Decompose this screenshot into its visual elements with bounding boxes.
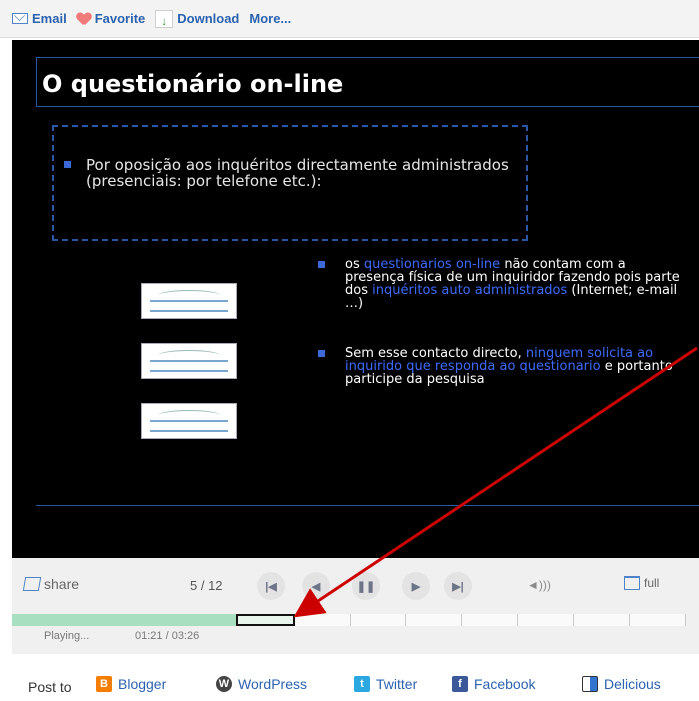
- sub-bullet-2: Sem esse contacto directo, ninguem solic…: [318, 347, 685, 386]
- bullet-square-icon: [64, 161, 71, 168]
- playback-time: 01:21 / 03:26: [135, 630, 200, 642]
- twitter-label: Twitter: [376, 676, 418, 692]
- sub-bullet-1: os questionarios on-line não contam com …: [318, 258, 685, 310]
- book-image-1: [141, 283, 237, 319]
- fullscreen-icon: [624, 576, 640, 590]
- email-button[interactable]: Email: [12, 11, 67, 26]
- progress-segment[interactable]: [462, 614, 519, 626]
- blogger-icon: B: [96, 676, 112, 692]
- volume-button[interactable]: ◄))): [527, 578, 551, 592]
- favorite-button[interactable]: Favorite: [77, 11, 146, 26]
- more-button[interactable]: More...: [249, 11, 291, 26]
- share-label: share: [44, 576, 80, 592]
- email-label: Email: [32, 11, 67, 26]
- facebook-link[interactable]: f Facebook: [452, 676, 535, 692]
- blogger-label: Blogger: [118, 676, 167, 692]
- title-divider-left: [36, 57, 37, 107]
- progress-segment[interactable]: [67, 614, 124, 626]
- progress-segment[interactable]: [406, 614, 463, 626]
- slide-title: O questionário on-line: [42, 70, 344, 98]
- main-bullet-text: Por oposição aos inquéritos directamente…: [86, 156, 509, 190]
- last-slide-button[interactable]: ▶|: [444, 572, 472, 600]
- facebook-label: Facebook: [474, 676, 536, 692]
- post-to-bar: Post to B Blogger W WordPress t Twitter …: [0, 656, 699, 701]
- progress-segment[interactable]: [12, 614, 68, 626]
- wordpress-link[interactable]: W WordPress: [216, 676, 307, 692]
- download-label: Download: [177, 11, 240, 26]
- fullscreen-label: full: [644, 576, 660, 590]
- pause-icon: ❚❚: [356, 580, 376, 593]
- first-slide-button[interactable]: |◀: [257, 572, 285, 600]
- progress-segment[interactable]: [294, 614, 351, 626]
- skip-end-icon: ▶|: [452, 580, 464, 593]
- delicious-icon: [582, 676, 598, 692]
- share-button[interactable]: share: [22, 576, 80, 592]
- control-row: share 5 / 12 |◀ ◀ ❚❚ ▶ ▶| ◄))) full: [12, 565, 699, 603]
- skip-start-icon: |◀: [265, 580, 277, 593]
- twitter-icon: t: [354, 676, 370, 692]
- book-image-3: [141, 403, 237, 439]
- slide-footer-line: [36, 505, 699, 506]
- playback-status: Playing...: [44, 630, 90, 642]
- title-divider-bottom: [36, 106, 699, 107]
- next-button[interactable]: ▶: [402, 572, 430, 600]
- post-to-label: Post to: [28, 679, 72, 695]
- favorite-label: Favorite: [94, 11, 146, 26]
- progress-segment[interactable]: [350, 614, 407, 626]
- fullscreen-button[interactable]: full: [624, 576, 659, 590]
- delicious-link[interactable]: Delicious: [582, 676, 661, 692]
- volume-icon: ◄))): [527, 578, 551, 592]
- slide-progress-track[interactable]: [12, 614, 687, 626]
- more-label: More...: [249, 11, 292, 26]
- heart-icon: [77, 13, 91, 25]
- download-icon: ↓: [155, 9, 174, 28]
- book-image-2: [141, 343, 237, 379]
- next-icon: ▶: [411, 580, 421, 593]
- wordpress-icon: W: [216, 676, 232, 692]
- progress-segment[interactable]: [518, 614, 575, 626]
- sub-bullet-1-highlight-2: inquéritos auto administrados: [372, 283, 568, 298]
- wordpress-label: WordPress: [238, 676, 307, 692]
- previous-icon: ◀: [311, 580, 321, 593]
- main-bullet: Por oposição aos inquéritos directamente…: [64, 157, 526, 189]
- bullet-square-icon: [318, 350, 325, 357]
- action-toolbar: Email Favorite ↓ Download More...: [0, 0, 699, 38]
- progress-segment[interactable]: [123, 614, 180, 626]
- delicious-label: Delicious: [604, 676, 661, 692]
- progress-segment[interactable]: [574, 614, 631, 626]
- pause-button[interactable]: ❚❚: [352, 572, 380, 600]
- share-icon: [22, 577, 42, 591]
- email-icon: [12, 13, 28, 24]
- bullet-square-icon: [318, 261, 325, 268]
- progress-segment[interactable]: [630, 614, 687, 626]
- progress-segment[interactable]: [235, 614, 295, 626]
- download-button[interactable]: ↓ Download: [155, 9, 240, 28]
- previous-button[interactable]: ◀: [302, 572, 330, 600]
- slide-counter: 5 / 12: [190, 578, 223, 593]
- title-divider-top: [36, 57, 699, 58]
- facebook-icon: f: [452, 676, 468, 692]
- progress-segment[interactable]: [179, 614, 236, 626]
- twitter-link[interactable]: t Twitter: [354, 676, 417, 692]
- blogger-link[interactable]: B Blogger: [96, 676, 166, 692]
